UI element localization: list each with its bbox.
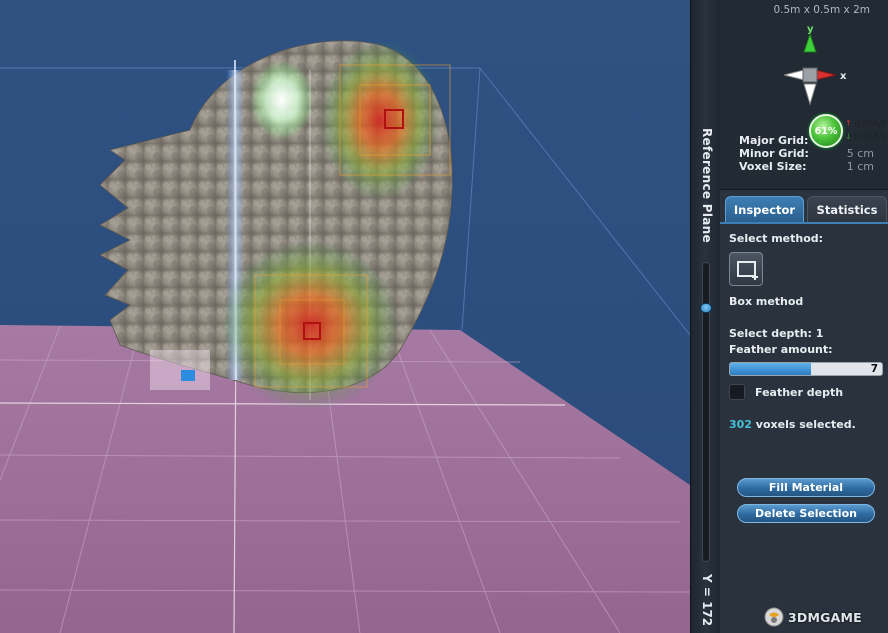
reference-plane-slider-thumb[interactable] <box>700 303 712 313</box>
inspector-panel: Select method: Box method Select depth: … <box>720 222 888 633</box>
box-method-button[interactable] <box>729 252 763 286</box>
axis-gizmo-cone-down-icon <box>803 83 817 106</box>
tab-statistics[interactable]: Statistics <box>807 196 887 222</box>
tab-inspector[interactable]: Inspector <box>725 196 804 222</box>
right-panel: 0.5m x 0.5m x 2m y x Major Grid: Minor G… <box>720 0 888 633</box>
selection-upper <box>320 40 451 200</box>
performance-gauge: 61% <box>809 114 843 148</box>
axis-gizmo-cone-up-icon <box>803 32 817 53</box>
selection-summary: 302 voxels selected. <box>729 418 856 431</box>
select-method-label: Select method: <box>729 232 824 245</box>
feather-amount-label: Feather amount: <box>729 343 833 356</box>
y-readout: Y = 172 <box>700 574 714 627</box>
axis-x-label: x <box>840 71 847 82</box>
voxel-size-value: 1 cm <box>846 160 874 173</box>
watermark: 3DMGAME <box>763 606 862 628</box>
scene-info-panel: 0.5m x 0.5m x 2m y x Major Grid: Minor G… <box>720 0 888 190</box>
delete-selection-button[interactable]: Delete Selection <box>737 504 875 523</box>
feather-amount-value: 7 <box>870 363 878 375</box>
upload-rate-value: 0.06K/s <box>854 119 887 129</box>
axis-gizmo[interactable]: y x <box>770 22 850 108</box>
watermark-text: 3DMGAME <box>788 609 862 625</box>
select-depth-label: Select depth: 1 <box>729 327 824 340</box>
reference-plane-column: Reference Plane Y = 172 <box>690 0 720 633</box>
upload-rate: ↑ 0.06K/s <box>845 119 886 129</box>
axis-gizmo-cone-right-icon <box>815 69 837 81</box>
box-method-label: Box method <box>729 295 804 308</box>
reference-plane-label: Reference Plane <box>700 128 714 243</box>
performance-widget: 61% ↑ 0.06K/s ↓ 0.01K/s <box>809 112 888 150</box>
major-grid-label: Major Grid: <box>739 134 809 147</box>
scene-render[interactable] <box>0 0 690 633</box>
axis-gizmo-center <box>802 67 818 83</box>
feather-amount-slider[interactable]: 7 <box>729 362 883 376</box>
arrow-up-icon: ↑ <box>845 119 852 128</box>
axis-gizmo-cone-left-icon <box>783 69 805 81</box>
arrow-down-icon: ↓ <box>845 132 852 141</box>
minor-grid-label: Minor Grid: <box>739 147 809 160</box>
fill-material-button[interactable]: Fill Material <box>737 478 875 497</box>
selection-lower <box>220 240 400 410</box>
light-glow <box>250 60 314 140</box>
scene-dimensions: 0.5m x 0.5m x 2m <box>773 4 870 16</box>
voxel-size-label: Voxel Size: <box>739 160 807 173</box>
watermark-logo-icon <box>764 607 784 627</box>
box-select-icon <box>737 261 758 280</box>
download-rate: ↓ 0.01K/s <box>845 132 886 142</box>
selected-suffix: voxels selected. <box>751 418 856 431</box>
reference-plane-slider[interactable] <box>700 262 712 562</box>
download-rate-value: 0.01K/s <box>854 132 887 142</box>
feather-depth-checkbox[interactable] <box>729 384 745 400</box>
selected-count: 302 <box>729 418 752 431</box>
feather-amount-fill <box>730 363 811 375</box>
axis-y-label: y <box>807 24 814 35</box>
feather-depth-label: Feather depth <box>755 386 844 399</box>
3d-viewport[interactable] <box>0 0 690 633</box>
panel-tabs: Inspector Statistics <box>725 196 888 222</box>
voxel-cursor <box>150 350 210 390</box>
